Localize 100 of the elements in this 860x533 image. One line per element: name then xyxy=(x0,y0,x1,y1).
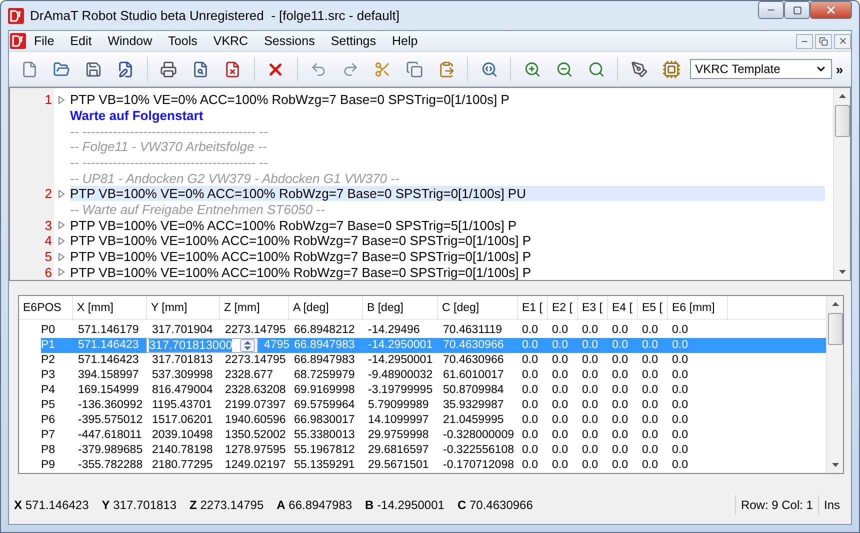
table-cell: P3 xyxy=(41,369,56,381)
column-header[interactable]: E3 [ xyxy=(578,296,608,320)
vertical-scrollbar[interactable] xyxy=(833,88,850,280)
table-cell: 0.0 xyxy=(672,429,688,441)
template-dropdown[interactable]: VKRC Template xyxy=(690,59,832,79)
table-cell: 0.0 xyxy=(612,384,628,396)
menu-item[interactable]: Edit xyxy=(62,31,100,51)
comment-line: -- ---------------------------------------- -- xyxy=(70,124,268,139)
column-header[interactable]: E1 [ xyxy=(518,296,548,320)
close-button[interactable] xyxy=(810,1,852,19)
column-header[interactable]: E5 [ xyxy=(638,296,668,320)
table-cell: 0.0 xyxy=(522,414,538,426)
table-cell: 55.1359291 xyxy=(294,459,355,471)
table-cell: 0.0 xyxy=(582,429,598,441)
table-cell: -14.2950001 xyxy=(368,354,433,366)
table-cell: -136.360992 xyxy=(78,399,143,411)
line-number: 5 xyxy=(44,249,52,264)
code-line[interactable]: PTP VB=100% VE=100% ACC=100% RobWzg=7 Base=0 SPSTrig=0[1/100s] P xyxy=(70,264,532,280)
column-header[interactable]: B [deg] xyxy=(363,296,438,320)
menu-item[interactable]: File xyxy=(26,31,62,51)
column-header[interactable]: E2 [ xyxy=(548,296,578,320)
table-cell: P8 xyxy=(41,444,56,456)
table-cell: 1350.52002 xyxy=(225,429,286,441)
maximize-button[interactable] xyxy=(784,1,810,19)
restore-button[interactable] xyxy=(815,34,832,48)
code-line[interactable]: PTP VB=100% VE=0% ACC=100% RobWzg=7 Base=0 SPSTrig=5[1/100s] P xyxy=(70,218,517,233)
comment-line: -- Folge11 - VW370 Arbeitsfolge -- xyxy=(70,139,267,154)
column-header[interactable]: Y [mm] xyxy=(147,296,220,320)
table-cell: 0.0 xyxy=(522,324,538,336)
table-cell: 0.0 xyxy=(522,384,538,396)
expand-triangle-icon[interactable] xyxy=(58,96,65,104)
table-cell: 0.0 xyxy=(642,324,658,336)
close-icon xyxy=(825,4,837,16)
table-cell: 2273.14795 xyxy=(225,354,286,366)
expand-triangle-icon[interactable] xyxy=(58,190,65,198)
table-cell: 0.0 xyxy=(582,354,598,366)
table-cell: 70.4631119 xyxy=(443,324,502,336)
window-title: DrAmaT Robot Studio beta Unregistered - [folge11.src - default] xyxy=(30,8,400,23)
table-cell: 0.0 xyxy=(522,354,538,366)
table-cell: 0.0 xyxy=(552,414,568,426)
table-cell: 0.0 xyxy=(522,369,538,381)
table-cell: 0.0 xyxy=(672,459,688,471)
menu-item[interactable]: Window xyxy=(100,31,160,51)
label-line: Warte auf Folgenstart xyxy=(70,108,204,123)
table-cell: 0.0 xyxy=(552,339,568,351)
column-header[interactable]: C [deg] xyxy=(438,296,518,320)
column-header[interactable]: Z [mm] xyxy=(220,296,289,320)
table-cell: 0.0 xyxy=(552,459,568,471)
column-header[interactable]: E6POS xyxy=(19,296,73,320)
document-logo-icon xyxy=(10,33,26,49)
code-line[interactable]: PTP VB=100% VE=100% ACC=100% RobWzg=7 Base=0 SPSTrig=0[1/100s] P xyxy=(70,233,532,248)
table-cell: 66.8947983 xyxy=(294,354,355,366)
cursor-position: Row: 9 Col: 1 xyxy=(734,495,818,515)
line-number: 4 xyxy=(44,233,52,248)
table-cell: 0.0 xyxy=(612,339,628,351)
column-header[interactable]: X [mm] xyxy=(73,296,147,320)
column-header[interactable]: E4 [ xyxy=(608,296,638,320)
table-cell: P6 xyxy=(41,414,56,426)
table-cell: 0.0 xyxy=(552,369,568,381)
table-cell: 1517.06201 xyxy=(152,414,213,426)
table-cell: -14.2950001 xyxy=(368,339,433,351)
menu-item[interactable]: Help xyxy=(384,31,426,51)
table-cell: 70.4630966 xyxy=(443,354,504,366)
table-cell: 0.0 xyxy=(642,354,658,366)
minimize-button[interactable] xyxy=(758,1,784,19)
menu-item[interactable]: Sessions xyxy=(256,31,323,51)
table-cell: -14.29496 xyxy=(368,324,420,336)
table-cell: 0.0 xyxy=(642,399,658,411)
menu-item[interactable]: Tools xyxy=(160,31,206,51)
column-header[interactable]: A [deg] xyxy=(289,296,363,320)
menu-item[interactable]: VKRC xyxy=(205,31,256,51)
code-line[interactable]: PTP VB=100% VE=100% ACC=100% RobWzg=7 Base=0 SPSTrig=0[1/100s] P xyxy=(70,249,532,264)
status-value: C 70.4630966 xyxy=(457,498,533,512)
table-cell: 50.8709984 xyxy=(443,384,504,396)
vertical-scrollbar[interactable] xyxy=(826,296,843,473)
table-cell: 0.0 xyxy=(552,444,568,456)
table-cell: 537.309998 xyxy=(152,369,213,381)
table-cell: 2180.77295 xyxy=(152,459,213,471)
scroll-thumb[interactable] xyxy=(828,313,843,345)
table-cell: 0.0 xyxy=(642,429,658,441)
table-cell: P0 xyxy=(41,324,56,336)
code-line[interactable]: PTP VB=10% VE=0% ACC=100% RobWzg=7 Base=0 SPSTrig=0[1/100s] P xyxy=(70,92,510,108)
table-cell: 0.0 xyxy=(552,399,568,411)
table-cell: P1 xyxy=(41,339,56,351)
table-cell: 0.0 xyxy=(612,414,628,426)
spin-arrows-icon[interactable] xyxy=(240,339,255,352)
table-cell: 0.0 xyxy=(672,324,688,336)
status-value: Z 2273.14795 xyxy=(190,498,264,512)
table-cell: 55.3380013 xyxy=(294,429,355,441)
menu-item[interactable]: Settings xyxy=(322,31,384,51)
table-cell: P5 xyxy=(41,399,56,411)
table-cell: -9.48900032 xyxy=(368,369,433,381)
table-cell: -0.170712098 xyxy=(443,459,514,471)
table-cell: 0.0 xyxy=(552,384,568,396)
table-cell: 0.0 xyxy=(522,459,538,471)
table-cell: 68.7259979 xyxy=(294,369,355,381)
column-header[interactable]: E6 [mm] xyxy=(668,296,728,320)
table-cell: 69.5759964 xyxy=(294,399,355,411)
scroll-thumb[interactable] xyxy=(835,105,850,137)
toolbar-overflow-button[interactable]: » xyxy=(834,62,846,76)
